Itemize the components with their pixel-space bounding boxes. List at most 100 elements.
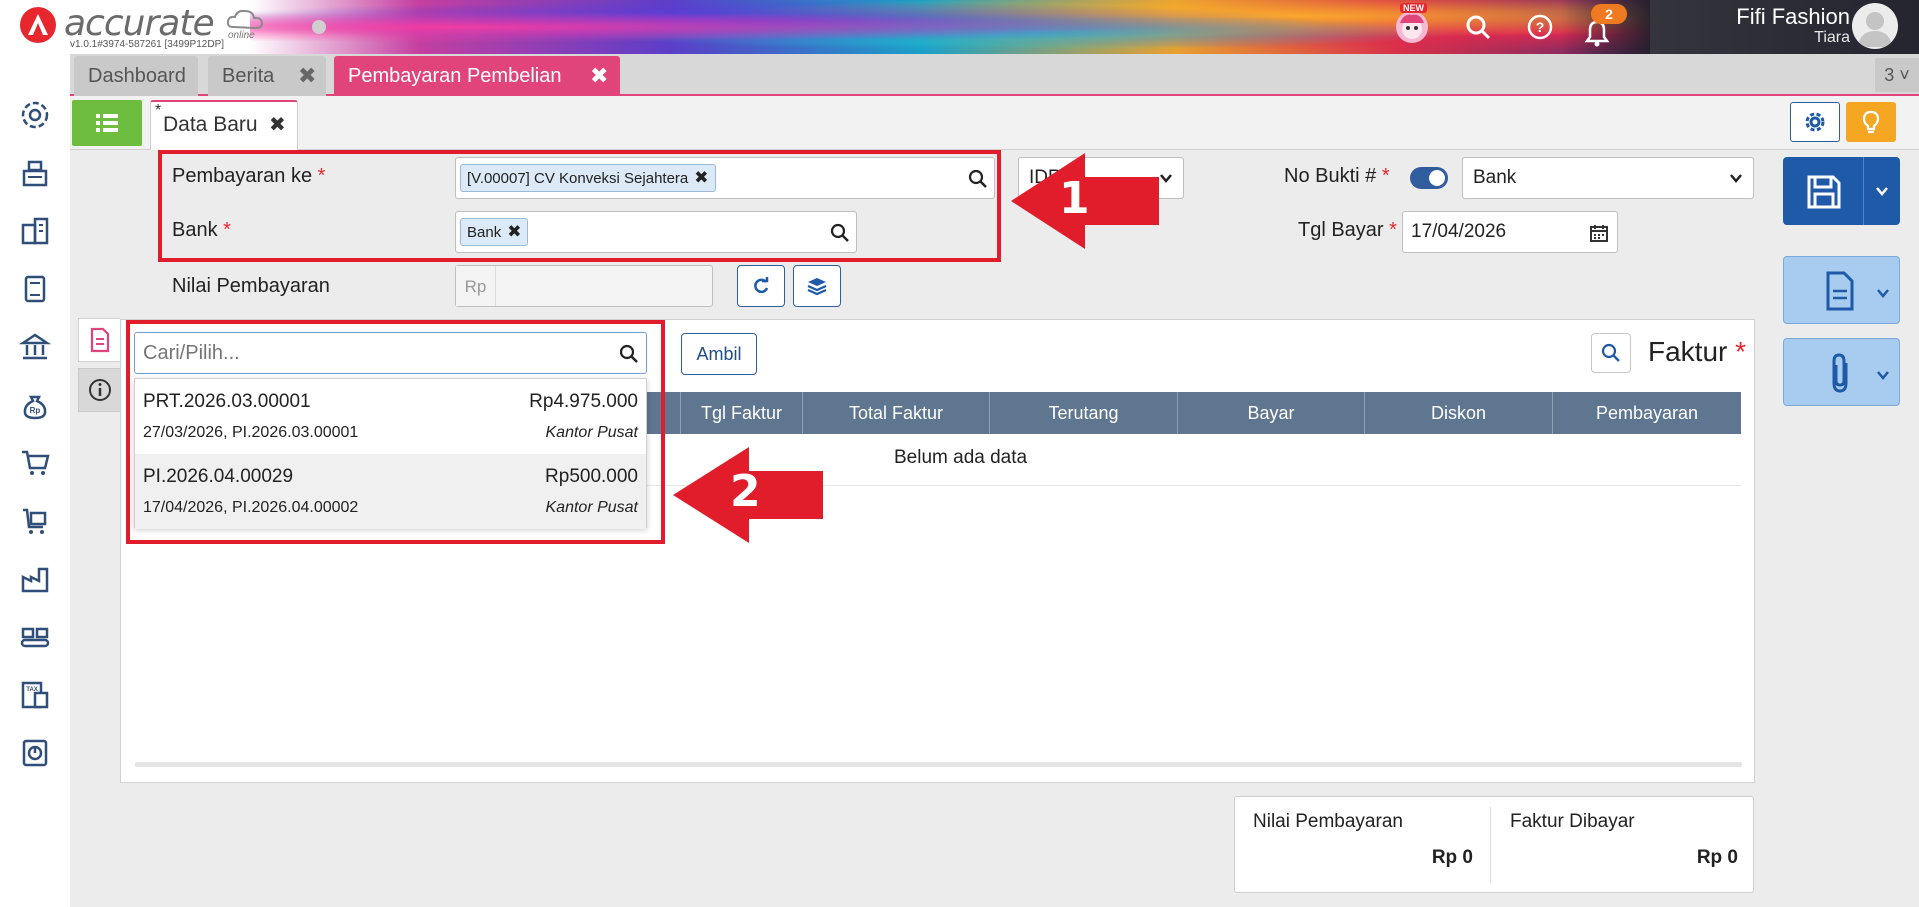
- list-icon: [96, 114, 118, 132]
- sidebar-item-ledger[interactable]: [14, 268, 56, 310]
- building-icon: [21, 217, 49, 245]
- sidebar-item-purchase[interactable]: [14, 500, 56, 542]
- nilai-pembayaran-field[interactable]: Rp: [455, 265, 713, 307]
- unsaved-mark: *: [155, 102, 162, 119]
- company-name[interactable]: Fifi Fashion: [1700, 4, 1850, 30]
- help-icon[interactable]: ?: [1521, 8, 1559, 46]
- sidebar-item-inventory[interactable]: [14, 616, 56, 658]
- svg-text:Rp: Rp: [30, 406, 41, 415]
- no-bukti-select-value: Bank: [1473, 167, 1517, 188]
- tax-icon: TAX: [21, 681, 49, 709]
- tab-dashboard[interactable]: Dashboard: [74, 56, 198, 96]
- column-header[interactable]: Pembayaran: [1552, 392, 1741, 434]
- cloud-icon: [226, 9, 264, 30]
- tab-label: Berita: [222, 65, 275, 87]
- accurate-logo-mark-icon: [20, 7, 56, 43]
- gear-icon: [1805, 112, 1825, 132]
- logo-text: accurate: [64, 3, 215, 44]
- avatar[interactable]: [1852, 3, 1898, 49]
- sidebar-item-cashier[interactable]: [14, 152, 56, 194]
- save-button[interactable]: [1783, 157, 1900, 225]
- empty-table-message: Belum ada data: [894, 447, 1028, 468]
- sidebar-item-payment[interactable]: Rp: [14, 384, 56, 426]
- chevron-down-icon: [1876, 187, 1888, 196]
- accurate-logo[interactable]: accurate online v1.0.1#3974-587261 [3499…: [18, 3, 268, 51]
- column-header[interactable]: Total Faktur: [802, 392, 989, 434]
- summary-nilai-label: Nilai Pembayaran: [1253, 811, 1403, 832]
- tab-data-baru[interactable]: * Data Baru ✖: [150, 100, 298, 150]
- toggle-knob: [1429, 170, 1445, 186]
- report-chart-icon: [22, 739, 48, 767]
- info-icon: [88, 379, 111, 401]
- search-icon[interactable]: [1459, 8, 1497, 46]
- tab-count: 3: [1884, 65, 1895, 85]
- cash-register-icon: [22, 160, 48, 187]
- refresh-button[interactable]: [737, 265, 785, 307]
- save-options-dropdown[interactable]: [1863, 157, 1900, 225]
- notification-count-badge: 2: [1591, 4, 1627, 24]
- nilai-pembayaran-label: Nilai Pembayaran: [172, 275, 330, 297]
- sidebar-item-company[interactable]: [14, 210, 56, 252]
- faktur-title: Faktur *: [1648, 336, 1747, 367]
- sidebar-item-settings[interactable]: [14, 94, 56, 136]
- money-bag-icon: Rp: [23, 395, 47, 420]
- currency-prefix: Rp: [456, 266, 496, 306]
- chevron-down-icon: [1730, 174, 1742, 183]
- calendar-icon[interactable]: [1589, 223, 1609, 243]
- sidebar-item-bank[interactable]: [14, 326, 56, 368]
- tab-info[interactable]: [78, 368, 120, 412]
- document-toolbar: * Data Baru ✖: [70, 96, 1919, 150]
- attachment-button[interactable]: [1783, 338, 1900, 406]
- no-bukti-label: No Bukti # *: [1284, 165, 1390, 187]
- document-icon: [90, 327, 109, 353]
- list-view-button[interactable]: [72, 100, 142, 146]
- invoice-search-button[interactable]: [1591, 333, 1631, 373]
- summary-faktur-label: Faktur Dibayar: [1510, 811, 1635, 832]
- tips-button[interactable]: [1846, 102, 1896, 142]
- sidebar-item-tax[interactable]: TAX: [14, 674, 56, 716]
- left-sidebar: Rp TAX: [0, 54, 70, 907]
- column-header[interactable]: Tgl Faktur: [680, 392, 802, 434]
- tgl-bayar-label: Tgl Bayar *: [1298, 219, 1397, 241]
- settings-button[interactable]: [1790, 102, 1840, 142]
- svg-text:?: ?: [1536, 19, 1545, 35]
- chevron-down-icon: [1877, 371, 1889, 380]
- horizontal-scrollbar[interactable]: [135, 762, 1742, 767]
- stack-button[interactable]: [793, 265, 841, 307]
- auto-number-toggle[interactable]: [1410, 167, 1448, 189]
- summary-faktur-value: Rp 0: [1696, 847, 1738, 868]
- sidebar-item-reports[interactable]: [14, 732, 56, 774]
- ambil-button[interactable]: Ambil: [681, 333, 757, 375]
- cart-icon: [22, 450, 50, 475]
- status-dot: [312, 20, 326, 34]
- no-bukti-select[interactable]: Bank: [1462, 157, 1754, 199]
- tab-counter-dropdown[interactable]: 3 ˅: [1875, 58, 1919, 92]
- new-mascot-icon[interactable]: [1393, 8, 1431, 46]
- tab-pembayaran-pembelian[interactable]: Pembayaran Pembelian ✖: [334, 56, 620, 96]
- conveyor-icon: [20, 627, 50, 648]
- tab-berita[interactable]: Berita ✖: [208, 56, 326, 96]
- sidebar-item-warehouse[interactable]: [14, 558, 56, 600]
- floppy-disk-icon: [1807, 175, 1841, 209]
- new-badge: NEW: [1400, 3, 1427, 13]
- sidebar-item-sales[interactable]: [14, 442, 56, 484]
- column-header[interactable]: Bayar: [1177, 392, 1364, 434]
- annotation-box-1: [158, 150, 1001, 262]
- tab-label: Dashboard: [88, 65, 186, 87]
- tab-invoice-detail[interactable]: [78, 318, 120, 362]
- chevron-down-icon: ˅: [1899, 65, 1910, 85]
- column-header[interactable]: Diskon: [1364, 392, 1552, 434]
- refresh-icon: [754, 277, 769, 294]
- paperclip-icon: [1832, 353, 1848, 393]
- tgl-bayar-field[interactable]: 17/04/2026: [1402, 211, 1618, 253]
- annotation-number-1: 1: [1059, 173, 1090, 224]
- logo-online-text: online: [228, 30, 255, 41]
- close-icon[interactable]: ✖: [590, 56, 608, 96]
- column-header[interactable]: Terutang: [989, 392, 1177, 434]
- close-icon[interactable]: ✖: [269, 102, 286, 148]
- annotation-box-2: [126, 320, 665, 544]
- close-icon[interactable]: ✖: [298, 56, 316, 96]
- document-action-button[interactable]: [1783, 256, 1900, 324]
- chevron-down-icon: [1160, 174, 1172, 183]
- module-tabs: Dashboard Berita ✖ Pembayaran Pembelian …: [70, 54, 1919, 96]
